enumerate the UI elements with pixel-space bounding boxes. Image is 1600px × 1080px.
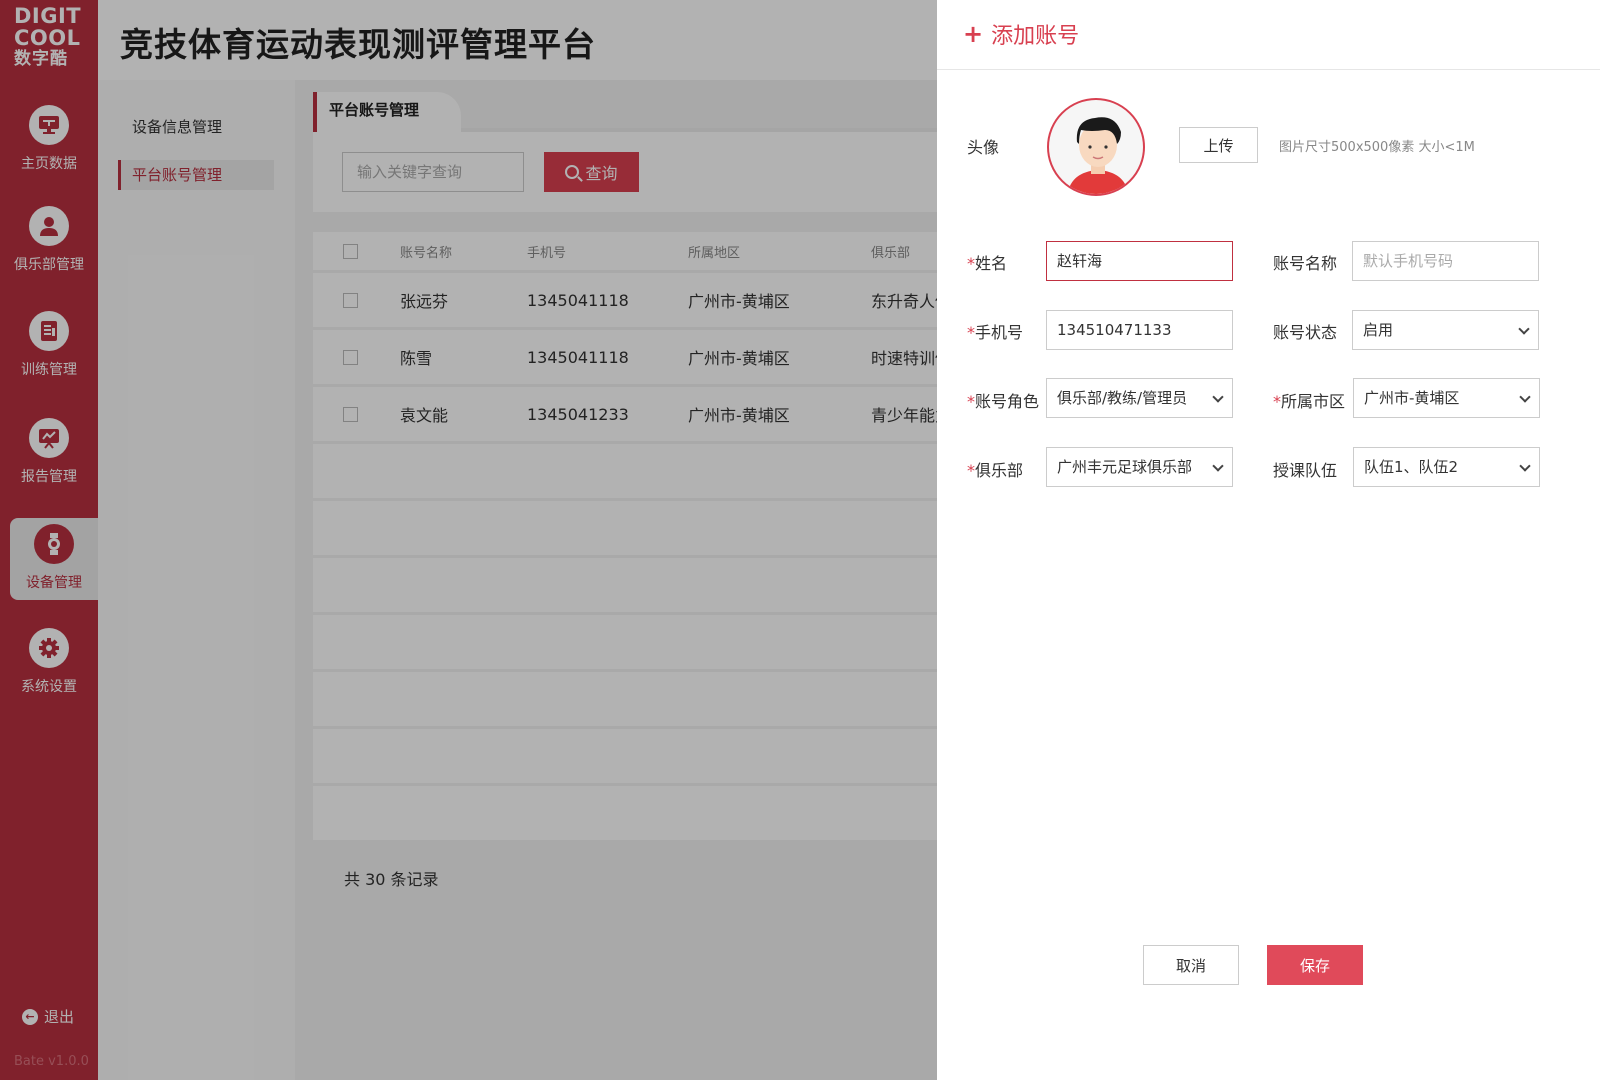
label-text: 所属市区	[1281, 392, 1346, 411]
upload-hint: 图片尺寸500x500像素 大小<1M	[1279, 140, 1475, 155]
team-label: 授课队伍	[1273, 461, 1338, 480]
chevron-down-icon	[1519, 460, 1531, 472]
drawer-header: + 添加账号	[937, 0, 1600, 70]
chevron-down-icon	[1518, 323, 1530, 335]
club-select-value: 广州丰元足球俱乐部	[1057, 458, 1193, 476]
account-name-label: 账号名称	[1273, 254, 1338, 273]
status-select-value: 启用	[1363, 321, 1394, 339]
required-mark: *	[967, 254, 975, 273]
team-select-value: 队伍1、队伍2	[1364, 458, 1459, 476]
chevron-down-icon	[1519, 391, 1531, 403]
required-mark: *	[1273, 392, 1281, 411]
upload-button[interactable]: 上传	[1179, 127, 1258, 163]
avatar-illustration	[1067, 117, 1129, 194]
role-select[interactable]: 俱乐部/教练/管理员	[1046, 378, 1233, 418]
name-label: *姓名	[967, 250, 1007, 274]
city-select[interactable]: 广州市-黄埔区	[1353, 378, 1540, 418]
plus-icon: +	[963, 20, 984, 48]
team-select[interactable]: 队伍1、队伍2	[1353, 447, 1540, 487]
label-text: 俱乐部	[975, 461, 1024, 480]
name-field[interactable]: 赵轩海	[1046, 241, 1233, 281]
drawer-title: + 添加账号	[963, 18, 1079, 50]
club-select[interactable]: 广州丰元足球俱乐部	[1046, 447, 1233, 487]
account-name-field[interactable]: 默认手机号码	[1352, 241, 1539, 281]
label-text: 姓名	[975, 254, 1008, 273]
cancel-button[interactable]: 取消	[1143, 945, 1239, 985]
chevron-down-icon	[1212, 391, 1224, 403]
chevron-down-icon	[1212, 460, 1224, 472]
city-select-value: 广州市-黄埔区	[1364, 389, 1460, 407]
required-mark: *	[967, 323, 975, 342]
drawer-title-text: 添加账号	[991, 24, 1080, 49]
phone-field[interactable]: 134510471133	[1046, 310, 1233, 350]
avatar-label: 头像	[967, 138, 1000, 157]
modal-overlay[interactable]	[0, 0, 937, 1080]
city-label: *所属市区	[1273, 388, 1345, 412]
required-mark: *	[967, 461, 975, 480]
club-label: *俱乐部	[967, 457, 1023, 481]
label-text: 手机号	[975, 323, 1024, 342]
required-mark: *	[967, 392, 975, 411]
role-select-value: 俱乐部/教练/管理员	[1057, 389, 1188, 407]
add-account-drawer: + 添加账号 头像 上传 图片尺寸500x500像素 大小<1M *姓名 赵轩海…	[937, 0, 1600, 1080]
label-text: 账号角色	[975, 392, 1040, 411]
save-button[interactable]: 保存	[1267, 945, 1363, 985]
phone-label: *手机号	[967, 319, 1023, 343]
status-select[interactable]: 启用	[1352, 310, 1539, 350]
role-label: *账号角色	[967, 388, 1039, 412]
avatar	[1047, 98, 1145, 196]
status-label: 账号状态	[1273, 323, 1338, 342]
